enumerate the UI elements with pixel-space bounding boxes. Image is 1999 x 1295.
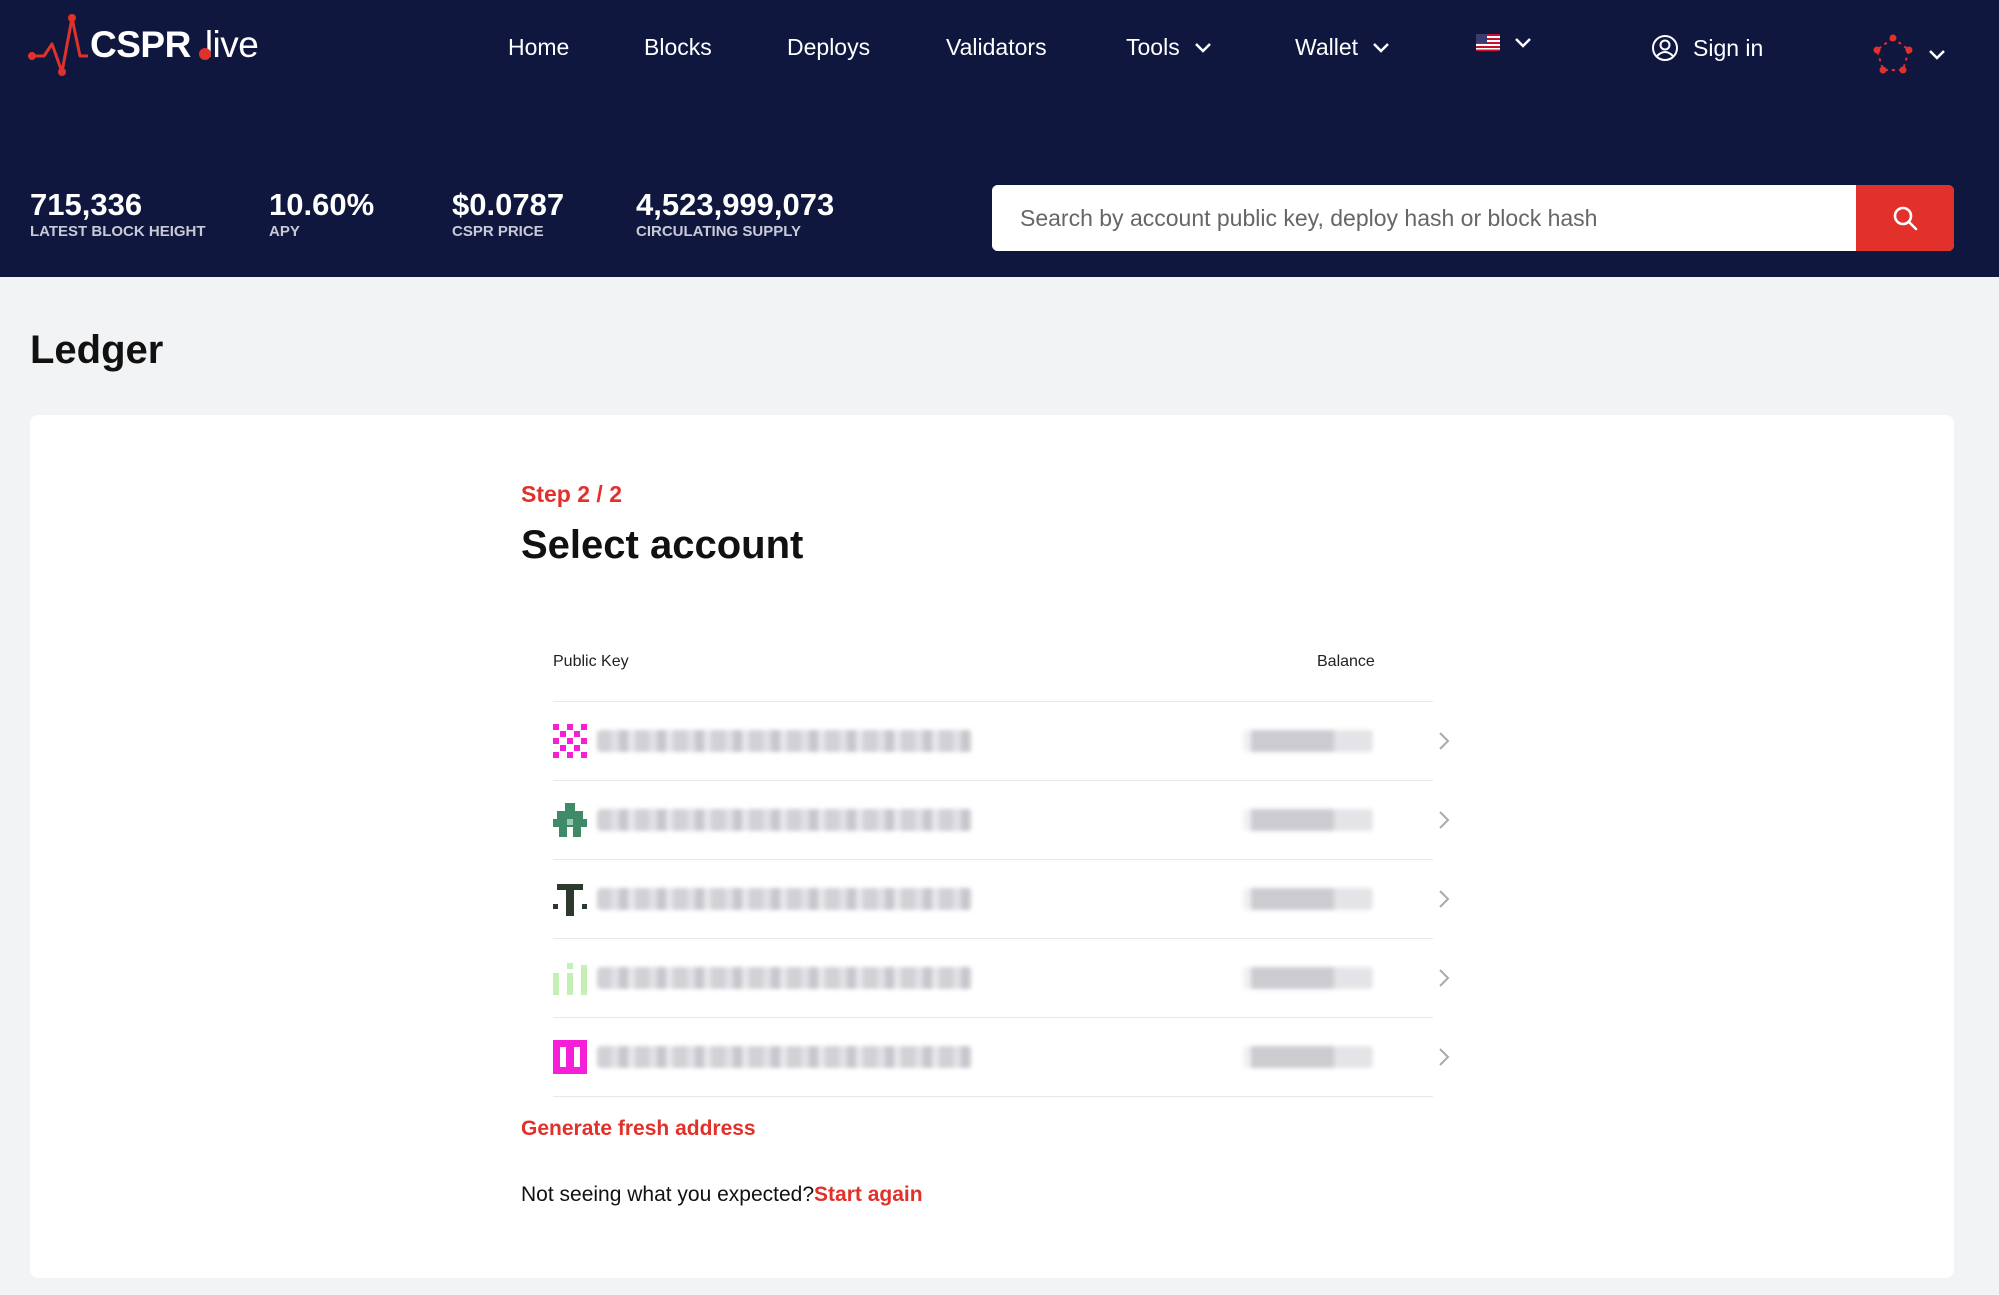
column-header-balance: Balance xyxy=(1317,653,1375,670)
start-again-link[interactable]: Start again xyxy=(814,1183,923,1206)
chevron-right-icon xyxy=(1439,732,1450,750)
chevron-down-icon xyxy=(1929,50,1945,60)
account-row[interactable] xyxy=(553,938,1450,1017)
balance-redacted xyxy=(1243,967,1373,989)
chevron-right-icon xyxy=(1439,969,1450,987)
nav-blocks[interactable]: Blocks xyxy=(644,34,712,61)
sign-in-label: Sign in xyxy=(1693,34,1764,61)
brand-name: CSPR xyxy=(90,24,191,65)
restart-prompt-text: Not seeing what you expected? xyxy=(521,1183,815,1206)
public-key-redacted xyxy=(597,1046,972,1068)
chevron-down-icon xyxy=(1515,37,1531,48)
page-title: Ledger xyxy=(30,328,164,372)
chevron-right-icon xyxy=(1439,890,1450,908)
nav-deploys-label: Deploys xyxy=(787,34,871,60)
chevron-right-icon xyxy=(1439,811,1450,829)
public-key-redacted xyxy=(597,967,972,989)
account-avatar-icon xyxy=(553,963,587,995)
cspr-live-logo[interactable]: CSPR live xyxy=(28,14,288,86)
account-row[interactable] xyxy=(553,859,1450,938)
account-avatar-icon xyxy=(553,884,587,916)
search-button[interactable] xyxy=(1856,185,1954,251)
chevron-right-icon xyxy=(1439,1048,1450,1066)
step-indicator: Step 2 / 2 xyxy=(521,481,622,507)
generate-fresh-address-link[interactable]: Generate fresh address xyxy=(521,1117,756,1141)
casper-network-icon xyxy=(1873,34,1913,74)
nav-tools-label: Tools xyxy=(1126,34,1180,60)
public-key-redacted xyxy=(597,730,972,752)
search-icon xyxy=(1893,206,1918,231)
top-header: CSPR live Home Blocks Deploys Validators … xyxy=(0,0,1999,277)
stat-label: LATEST BLOCK HEIGHT xyxy=(30,223,206,240)
balance-redacted xyxy=(1243,1046,1373,1068)
stat-circulating-supply: 4,523,999,073 CIRCULATING SUPPLY xyxy=(636,188,834,242)
account-row[interactable] xyxy=(553,780,1450,859)
user-circle-icon xyxy=(1652,35,1678,61)
stat-value: 715,336 xyxy=(30,187,143,222)
nav-deploys[interactable]: Deploys xyxy=(787,34,870,61)
network-selector[interactable] xyxy=(1872,34,1946,76)
accounts-table xyxy=(553,701,1450,1097)
brand-suffix: live xyxy=(204,24,259,65)
account-row[interactable] xyxy=(553,701,1450,780)
balance-redacted xyxy=(1243,809,1373,831)
ledger-card: Step 2 / 2 Select account Public Key Bal… xyxy=(30,415,1954,1278)
balance-redacted xyxy=(1243,888,1373,910)
stat-label: APY xyxy=(269,223,300,240)
public-key-redacted xyxy=(597,888,972,910)
nav-home-label: Home xyxy=(508,34,570,60)
nav-home[interactable]: Home xyxy=(508,34,569,61)
restart-prompt: Not seeing what you expected?Start again xyxy=(521,1183,923,1207)
chevron-down-icon xyxy=(1373,42,1389,53)
stat-block-height: 715,336 LATEST BLOCK HEIGHT xyxy=(30,188,206,242)
stat-label: CSPR PRICE xyxy=(452,223,544,240)
account-row[interactable] xyxy=(553,1017,1450,1097)
nav-validators-label: Validators xyxy=(946,34,1047,60)
brand-dot xyxy=(199,48,211,60)
search-input[interactable] xyxy=(992,185,1856,251)
card-heading: Select account xyxy=(521,523,804,567)
nav-wallet-label: Wallet xyxy=(1295,34,1359,60)
account-avatar-icon xyxy=(553,1040,587,1074)
stat-value: 10.60% xyxy=(269,187,375,222)
nav-validators[interactable]: Validators xyxy=(946,34,1047,61)
balance-redacted xyxy=(1243,730,1373,752)
chevron-down-icon xyxy=(1194,42,1211,53)
nav-wallet[interactable]: Wallet xyxy=(1295,34,1390,61)
stat-apy: 10.60% APY xyxy=(269,188,374,242)
stat-label: CIRCULATING SUPPLY xyxy=(636,223,802,240)
language-selector[interactable] xyxy=(1476,34,1532,51)
us-flag-icon xyxy=(1476,34,1500,51)
nav-blocks-label: Blocks xyxy=(644,34,712,60)
stat-value: $0.0787 xyxy=(452,187,565,222)
public-key-redacted xyxy=(597,809,972,831)
account-avatar-icon xyxy=(553,803,587,837)
column-header-public-key: Public Key xyxy=(553,653,629,670)
account-avatar-icon xyxy=(553,724,587,758)
stat-value: 4,523,999,073 xyxy=(636,187,835,222)
sign-in-button[interactable]: Sign in xyxy=(1651,34,1763,62)
stat-cspr-price: $0.0787 CSPR PRICE xyxy=(452,188,564,242)
nav-tools[interactable]: Tools xyxy=(1126,34,1212,61)
search-bar xyxy=(992,185,1954,251)
